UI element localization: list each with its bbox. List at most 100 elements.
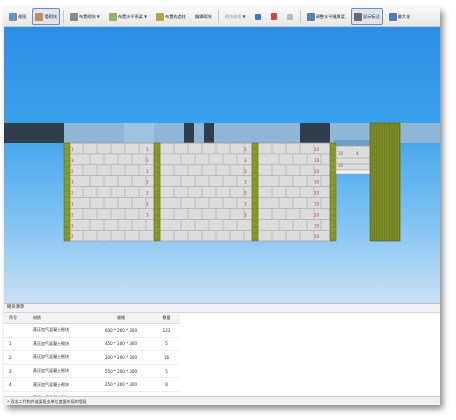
- block-table: 序号 材质 规格 数量 蒸压加气混凝土砌块 600 * 200 * 300 12…: [4, 313, 180, 405]
- cell-material: 蒸压加气混凝土砌块: [32, 364, 89, 379]
- adjust-icon: [306, 12, 315, 21]
- table-row[interactable]: 3 蒸压加气混凝土砌块 550 * 200 * 300 5: [4, 364, 180, 379]
- move-button[interactable]: [252, 8, 265, 25]
- adjust-joint-label: 调整水平缝厚度: [315, 13, 345, 19]
- toolbar-separator: [299, 10, 301, 23]
- header-no: 序号: [4, 313, 32, 324]
- block-list-panel: 砌块清单 序号 材质 规格 数量 蒸压加气混凝土砌块 600 * 200 * 3…: [4, 303, 440, 405]
- cell-no: 1: [4, 337, 32, 352]
- cell-count: 5: [153, 364, 180, 379]
- cell-material: 蒸压加气混凝土砌块: [32, 377, 89, 392]
- block-number-label: 10: [314, 234, 320, 239]
- horizontal-beam-label: 布置水平系梁: [117, 13, 143, 19]
- block-number-label: 10: [338, 163, 344, 168]
- model-viewport[interactable]: 1 3 2 3 2 3 2 3 2 3 3 3 3 3 3 3 3 3 3 3 3 3 3 10 10 10 10 10 10 10 10 1…: [4, 27, 440, 303]
- panel-title: 砌块清单: [4, 304, 440, 313]
- table-row[interactable]: 蒸压加气混凝土砌块 600 * 200 * 300 123: [4, 323, 180, 338]
- block-number-label: 10: [314, 169, 320, 174]
- table-row[interactable]: 1 蒸压加气混凝土砌块 450 * 200 * 300 5: [4, 337, 180, 352]
- tie-column: [153, 142, 161, 242]
- display-label-text: 显示标注: [362, 13, 380, 19]
- maximize-icon: [388, 12, 397, 21]
- table-row[interactable]: 2 蒸压加气混凝土砌块 300 * 200 * 300 16: [4, 350, 180, 365]
- top-beam-dark-right: [300, 123, 330, 143]
- layout-block-button[interactable]: 布置砌块 ▼: [67, 8, 103, 25]
- top-beam-dark-mid2: [204, 123, 214, 143]
- cell-no: [4, 323, 32, 338]
- cell-count: 8: [153, 377, 180, 392]
- cell-no: 2: [4, 350, 32, 365]
- maximize-label: 最大化: [397, 13, 411, 19]
- top-beam-dark-mid: [184, 123, 194, 143]
- tie-column: [63, 142, 71, 242]
- tie-column: [329, 142, 337, 242]
- tie-column-label: 布置构造柱: [165, 13, 186, 19]
- block-number-label: 10: [314, 191, 320, 196]
- edit-block-label: 编辑砌块: [194, 13, 212, 19]
- toolbar: 视图 墙砌块 布置砌块 ▼ 布置水平系梁 ▼ 布置构造柱 编辑砌块 砌块规格 ▼: [4, 7, 440, 27]
- cell-spec: 550 * 200 * 300: [89, 364, 153, 379]
- toolbar-separator: [62, 10, 64, 23]
- beam-ledge: [334, 140, 370, 146]
- horizontal-beam-button[interactable]: 布置水平系梁 ▼: [106, 8, 150, 25]
- wall-segment: [68, 142, 155, 242]
- cell-spec: 450 * 200 * 300: [89, 337, 153, 352]
- wall-block-button[interactable]: 墙砌块: [32, 8, 60, 25]
- chevron-down-icon[interactable]: ▼: [144, 14, 147, 19]
- wall-segment: [257, 142, 331, 242]
- block-number-label: 10: [314, 202, 320, 207]
- undo-icon: [286, 13, 293, 20]
- block-number-label: 10: [314, 223, 320, 228]
- header-spec: 规格: [89, 313, 153, 324]
- cell-count: 5: [153, 337, 180, 352]
- tie-column-button[interactable]: 布置构造柱: [153, 8, 189, 25]
- block-number-label: 10: [338, 151, 344, 156]
- cell-spec: 300 * 200 * 300: [89, 350, 153, 365]
- delete-icon: [270, 13, 277, 20]
- block-size-button[interactable]: 砌块规格 ▼: [222, 8, 249, 25]
- chevron-down-icon[interactable]: ▼: [97, 14, 100, 19]
- cell-spec: 250 * 200 * 300: [89, 377, 153, 392]
- cell-material: 蒸压加气混凝土砌块: [32, 323, 89, 338]
- cell-no: 4: [4, 377, 32, 392]
- block-number-label: 10: [314, 180, 320, 185]
- opening-lintel: [335, 169, 371, 175]
- cell-count: 123: [153, 323, 180, 338]
- header-material: 材质: [32, 313, 89, 324]
- view-icon: [9, 12, 17, 21]
- tie-column: [251, 142, 259, 242]
- layout-icon: [69, 12, 78, 21]
- adjust-joint-button[interactable]: 调整水平缝厚度: [304, 8, 348, 25]
- app-window: 视图 墙砌块 布置砌块 ▼ 布置水平系梁 ▼ 布置构造柱 编辑砌块 砌块规格 ▼: [4, 7, 440, 405]
- view-label: 视图: [18, 13, 27, 19]
- status-bar: • 双击二代构件或梁段支单位度量布局的墙段: [4, 396, 440, 405]
- cell-no: 3: [4, 364, 32, 379]
- block-number-label: 10: [314, 158, 320, 163]
- view-button[interactable]: 视图: [6, 8, 29, 25]
- wall-scene: 1323232323 33 33 33 33 33 33 310101010101010101…: [4, 122, 440, 242]
- layout-block-label: 布置砌块: [78, 13, 96, 19]
- table-header: 序号 材质 规格 数量: [4, 313, 180, 324]
- move-icon: [254, 13, 261, 20]
- cell-count: 16: [153, 350, 180, 365]
- column-icon: [156, 12, 165, 21]
- block-number-label: 10: [314, 147, 320, 152]
- cell-material: 蒸压加气混凝土砌块: [32, 350, 89, 365]
- beam-icon: [108, 12, 117, 21]
- block-size-label: 砌块规格: [224, 13, 242, 19]
- top-beam-dark-left: [4, 123, 64, 143]
- delete-button[interactable]: [268, 8, 281, 25]
- undo-button[interactable]: [284, 8, 297, 25]
- display-label-button[interactable]: 显示标注: [350, 8, 383, 25]
- top-beam-glass: [124, 123, 154, 143]
- wall-block-label: 墙砌块: [44, 13, 57, 19]
- header-count: 数量: [153, 313, 180, 324]
- chevron-down-icon[interactable]: ▼: [243, 14, 246, 19]
- maximize-button[interactable]: 最大化: [386, 8, 414, 25]
- label-icon: [353, 12, 362, 21]
- table-row[interactable]: 4 蒸压加气混凝土砌块 250 * 200 * 300 8: [4, 377, 180, 392]
- cell-spec: 600 * 200 * 300: [89, 323, 153, 338]
- edit-block-button[interactable]: 编辑砌块: [192, 8, 215, 25]
- brick-icon: [35, 12, 44, 21]
- block-number-label: 10: [314, 212, 320, 217]
